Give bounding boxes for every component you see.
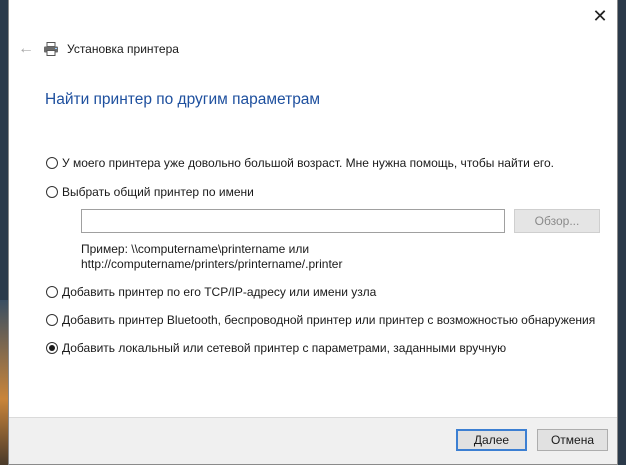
option-old-printer[interactable]: У моего принтера уже довольно большой во… xyxy=(46,152,554,174)
printer-icon xyxy=(43,41,61,57)
title-row: ← Установка принтера xyxy=(9,34,617,64)
browse-button[interactable]: Обзор... xyxy=(514,209,600,233)
option-label: Выбрать общий принтер по имени xyxy=(62,185,254,199)
option-tcp-ip[interactable]: Добавить принтер по его TCP/IP-адресу ил… xyxy=(46,281,376,303)
option-shared-printer-by-name[interactable]: Выбрать общий принтер по имени xyxy=(46,181,254,203)
back-arrow-icon: ← xyxy=(18,40,34,57)
printer-name-input[interactable] xyxy=(81,209,505,233)
option-bluetooth-wireless[interactable]: Добавить принтер Bluetooth, беспроводной… xyxy=(46,309,595,331)
window-title: Установка принтера xyxy=(67,42,179,56)
option-local-manual[interactable]: Добавить локальный или сетевой принтер с… xyxy=(46,337,506,359)
radio-button[interactable] xyxy=(46,286,58,298)
example-text: Пример: \\computername\printername или h… xyxy=(81,242,342,272)
back-button[interactable]: ← xyxy=(11,34,41,64)
cancel-button[interactable]: Отмена xyxy=(537,429,608,451)
radio-button-selected[interactable] xyxy=(46,342,58,354)
option-label: У моего принтера уже довольно большой во… xyxy=(62,156,555,170)
radio-button[interactable] xyxy=(46,314,58,326)
close-button[interactable]: ✕ xyxy=(583,0,617,32)
option-label: Добавить принтер по его TCP/IP-адресу ил… xyxy=(62,285,377,299)
example-line: Пример: \\computername\printername или xyxy=(81,242,310,256)
radio-button[interactable] xyxy=(46,157,58,169)
add-printer-dialog: ✕ ← Установка принтера Найти принтер по … xyxy=(8,0,618,465)
option-label: Добавить локальный или сетевой принтер с… xyxy=(62,341,507,355)
example-line: http://computername/printers/printername… xyxy=(81,257,343,271)
shared-printer-row: Обзор... xyxy=(81,209,601,233)
page-heading: Найти принтер по другим параметрам xyxy=(45,91,321,108)
option-label: Добавить принтер Bluetooth, беспроводной… xyxy=(62,313,596,327)
close-icon: ✕ xyxy=(592,5,608,26)
dialog-footer: Далее Отмена xyxy=(9,417,617,464)
next-button[interactable]: Далее xyxy=(456,429,527,451)
radio-button[interactable] xyxy=(46,186,58,198)
